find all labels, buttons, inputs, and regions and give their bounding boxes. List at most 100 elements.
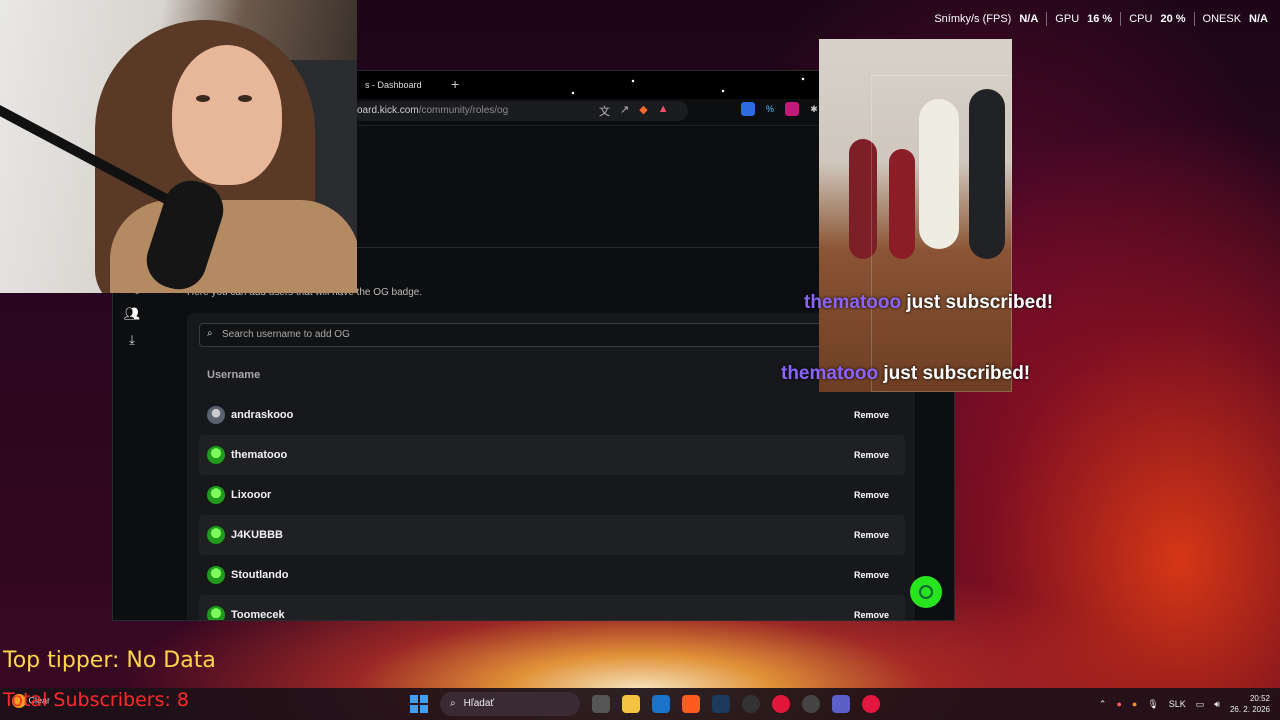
new-tab-button[interactable]: +: [451, 76, 459, 92]
alert-text: just subscribed!: [901, 292, 1054, 313]
system-tray: ⌃ ● ● 🎙︎ SLK ▭ 🔊︎ 20:52 26. 2. 2026: [1099, 693, 1270, 715]
webcam-sweater: [110, 200, 357, 293]
username-column-header: Username: [207, 369, 261, 381]
brave-rewards-icon[interactable]: ▲: [658, 103, 669, 119]
table-row: andraskooo Remove: [199, 395, 905, 435]
clock[interactable]: 20:52 26. 2. 2026: [1230, 693, 1270, 715]
onesk-label: ONESK: [1202, 13, 1242, 25]
taskbar-search[interactable]: ⌕ Hľadať: [440, 692, 580, 716]
alert-username: thematooo: [804, 292, 902, 313]
username: Toomecek: [231, 609, 285, 621]
divider: [1193, 12, 1195, 26]
fps-label: Snímky/s (FPS): [934, 13, 1012, 25]
fps-value: N/A: [1019, 13, 1039, 25]
og-users-list: andraskooo Remove thematooo Remove Lixoo…: [199, 395, 905, 621]
search-placeholder: Search username to add OG: [222, 329, 350, 340]
divider: [1120, 12, 1122, 26]
support-chat-button[interactable]: [910, 576, 942, 608]
gpu-value: 16 %: [1087, 13, 1113, 25]
avatar: [207, 486, 225, 504]
outlook-icon[interactable]: [652, 695, 670, 713]
media-player-icon[interactable]: [772, 695, 790, 713]
tray-app-icon[interactable]: ●: [1116, 699, 1121, 709]
users-roles-icon[interactable]: 👥︎: [123, 307, 141, 321]
obs-stats-bar: Snímky/s (FPS) N/A GPU 16 % CPU 20 % ONE…: [934, 12, 1268, 26]
file-explorer-icon[interactable]: [622, 695, 640, 713]
brave-icon[interactable]: [682, 695, 700, 713]
volume-icon[interactable]: 🔊︎: [1214, 699, 1220, 710]
address-host: oard.kick.com: [357, 105, 419, 116]
remove-button[interactable]: Remove: [848, 525, 895, 545]
remove-button[interactable]: Remove: [848, 405, 895, 425]
remove-button[interactable]: Remove: [848, 605, 895, 620]
username: J4KUBBB: [231, 529, 283, 541]
obs-icon[interactable]: [742, 695, 760, 713]
brave-shields-icon[interactable]: ◆: [639, 103, 647, 119]
translate-icon[interactable]: 文: [599, 103, 610, 119]
address-path: /community/roles/og: [418, 105, 509, 116]
table-row: Toomecek Remove: [199, 595, 905, 621]
clip-inner-frame: [871, 75, 1012, 392]
tab-dashboard[interactable]: s - Dashboard: [365, 80, 422, 90]
cpu-value: 20 %: [1160, 13, 1186, 25]
onesk-value: N/A: [1249, 13, 1268, 25]
task-view-icon[interactable]: [592, 695, 610, 713]
alert-username: thematooo: [781, 363, 879, 384]
headset-icon: [919, 585, 933, 599]
video-app-icon[interactable]: [862, 695, 880, 713]
remove-button[interactable]: Remove: [848, 445, 895, 465]
avatar: [207, 606, 225, 620]
username: thematooo: [231, 449, 288, 461]
search-input[interactable]: ⌕ Search username to add OG: [199, 323, 905, 347]
subscribe-alert: thematooo just subscribed!: [804, 292, 1053, 314]
language-indicator[interactable]: SLK: [1169, 699, 1186, 709]
gpu-label: GPU: [1055, 13, 1080, 25]
start-button[interactable]: [410, 695, 428, 713]
webcam-eye: [196, 95, 210, 102]
remove-button[interactable]: Remove: [848, 565, 895, 585]
avatar: [207, 566, 225, 584]
video-clip-overlay: [819, 39, 1012, 392]
download-icon[interactable]: ⤓: [123, 333, 141, 347]
search-icon: ⌕: [207, 328, 213, 339]
network-icon[interactable]: ▭: [1196, 699, 1205, 710]
taskbar-apps: ⌕ Hľadať: [410, 692, 880, 716]
total-subscribers-label: Total Subscribers: 8: [3, 689, 190, 711]
teams-icon[interactable]: [832, 695, 850, 713]
avatar: [207, 526, 225, 544]
share-icon[interactable]: ↗: [620, 103, 629, 119]
table-row: Lixooor Remove: [199, 475, 905, 515]
username: andraskooo: [231, 409, 294, 421]
remove-button[interactable]: Remove: [848, 485, 895, 505]
search-icon: ⌕: [450, 698, 456, 709]
taskbar-search-label: Hľadať: [463, 698, 495, 709]
top-tipper-label: Top tipper: No Data: [3, 648, 216, 673]
subscribe-alert: thematooo just subscribed!: [781, 363, 1030, 385]
clock-date: 26. 2. 2026: [1229, 705, 1270, 714]
username: Stoutlando: [231, 569, 289, 581]
steam-icon[interactable]: [712, 695, 730, 713]
extensions-bar: % ✱: [741, 102, 821, 116]
table-row: Stoutlando Remove: [199, 555, 905, 595]
clock-time: 20:52: [1249, 694, 1270, 703]
tray-app-icon[interactable]: ●: [1132, 699, 1137, 709]
audio-app-icon[interactable]: [802, 695, 820, 713]
extension-pink-icon[interactable]: [785, 102, 799, 116]
og-users-panel: ⌕ Search username to add OG Username and…: [187, 313, 915, 621]
microphone-icon[interactable]: 🎙︎: [1147, 699, 1158, 710]
table-row: J4KUBBB Remove: [199, 515, 905, 555]
avatar: [207, 406, 225, 424]
webcam-feed: [0, 0, 357, 293]
webcam-eye: [238, 95, 252, 102]
avatar: [207, 446, 225, 464]
chevron-up-icon[interactable]: ⌃: [1099, 699, 1107, 710]
address-bar-actions: 文 ↗ ◆ ▲: [599, 103, 669, 119]
cpu-label: CPU: [1129, 13, 1153, 25]
extension-percent-icon[interactable]: %: [763, 102, 777, 116]
alert-text: just subscribed!: [878, 363, 1031, 384]
windows-taskbar: Clear ⌕ Hľadať ⌃ ● ● 🎙︎ SLK ▭ 🔊︎ 20:52 26…: [0, 688, 1280, 720]
divider: [1046, 12, 1048, 26]
extension-translate-icon[interactable]: [741, 102, 755, 116]
table-row: thematooo Remove: [199, 435, 905, 475]
webcam-face: [172, 45, 282, 185]
